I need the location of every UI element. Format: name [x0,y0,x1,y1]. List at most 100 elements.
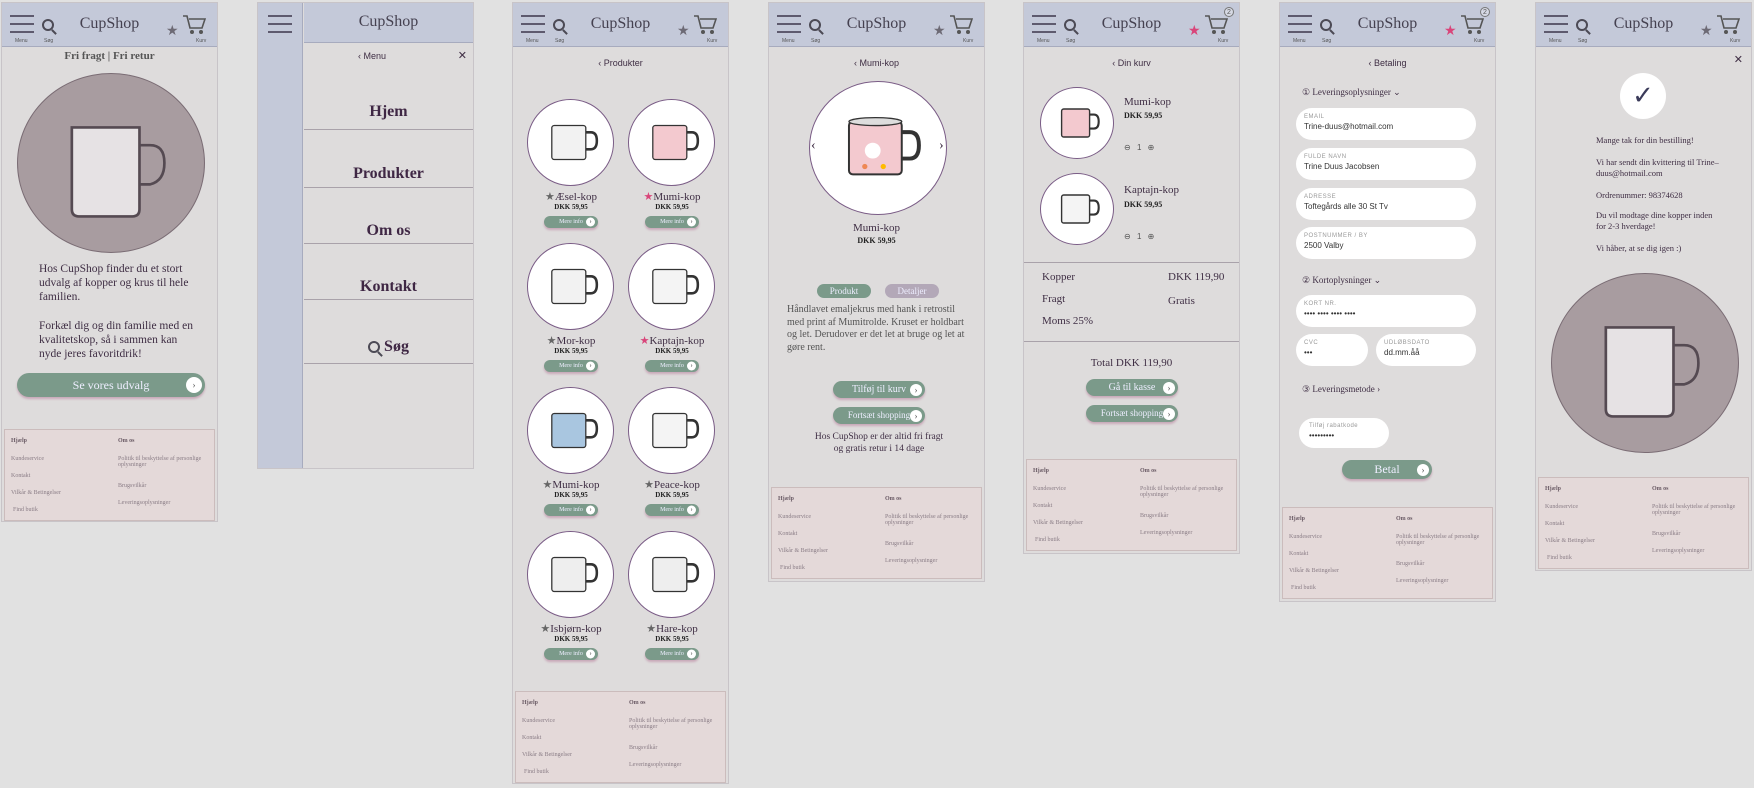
browse-products-button[interactable]: Se vores udvalg › [17,373,205,397]
cvc-field[interactable]: CVC ••• [1296,334,1368,366]
card-number-field[interactable]: KORT NR. •••• •••• •••• •••• [1296,295,1476,327]
footer-link[interactable]: Politik til beskyttelse af personlige op… [118,456,208,468]
favorites-star-icon[interactable]: ★ [1444,23,1457,40]
favorite-star-icon[interactable]: ★ [644,479,654,491]
footer-link[interactable]: Find butik [1035,537,1060,543]
favorite-star-icon[interactable]: ★ [543,479,553,491]
product-image[interactable] [628,99,715,186]
tab-product[interactable]: Produkt [817,284,871,298]
footer-link[interactable]: Kundeservice [778,514,811,520]
section-delivery-method[interactable]: ③ Leveringsmetode › [1302,384,1380,395]
footer-link[interactable]: Brugsvilkår [118,483,146,489]
section-card-info[interactable]: ② Kortoplysninger ⌄ [1302,275,1381,286]
footer-link[interactable]: Leveringsoplysninger [885,558,937,564]
favorite-star-icon[interactable]: ★ [644,191,654,203]
more-info-button[interactable]: Mere info › [544,360,598,372]
carousel-prev-icon[interactable]: ‹ [811,138,816,154]
footer-link[interactable]: Politik til beskyttelse af personlige op… [1396,534,1486,546]
footer-link[interactable]: Brugsvilkår [885,541,913,547]
footer-link[interactable]: Vilkår & Betingelser [11,490,61,496]
favorites-star-icon[interactable]: ★ [933,23,946,40]
menu-item-contact[interactable]: Kontakt [304,278,473,296]
footer-link[interactable]: Leveringsoplysninger [1652,548,1704,554]
product-image[interactable] [527,243,614,330]
more-info-button[interactable]: Mere info › [645,648,699,660]
favorite-star-icon[interactable]: ★ [547,335,557,347]
product-image[interactable] [628,387,715,474]
product-image[interactable] [527,531,614,618]
section-delivery-info[interactable]: ① Leveringsoplysninger ⌄ [1302,87,1401,98]
checkout-button[interactable]: Gå til kasse › [1086,379,1178,396]
product-image[interactable] [527,387,614,474]
favorites-star-icon[interactable]: ★ [1188,23,1201,40]
menu-item-home[interactable]: Hjem [304,103,473,121]
footer-link[interactable]: Vilkår & Betingelser [1289,568,1339,574]
footer-link[interactable]: Vilkår & Betingelser [1033,520,1083,526]
footer-link[interactable]: Politik til beskyttelse af personlige op… [629,718,719,730]
footer-link[interactable]: Politik til beskyttelse af personlige op… [885,514,975,526]
footer-link[interactable]: Kontakt [522,735,541,741]
footer-link[interactable]: Politik til beskyttelse af personlige op… [1140,486,1230,498]
footer-link[interactable]: Vilkår & Betingelser [522,752,572,758]
cart-icon[interactable] [1716,14,1740,36]
favorite-star-icon[interactable]: ★ [545,191,555,203]
footer-link[interactable]: Find butik [13,507,38,513]
footer-link[interactable]: Brugsvilkår [1140,513,1168,519]
footer-link[interactable]: Find butik [780,565,805,571]
back-link[interactable]: ‹ Mumi-kop [769,58,984,68]
footer-link[interactable]: Find butik [524,769,549,775]
promo-code-field[interactable]: Tilføj rabatkode ••••••••• [1299,418,1389,448]
close-icon[interactable]: ✕ [1734,53,1743,66]
menu-icon[interactable] [268,15,292,33]
menu-back[interactable]: ‹ Menu [358,51,386,61]
carousel-next-icon[interactable]: › [939,138,944,154]
footer-link[interactable]: Leveringsoplysninger [1396,578,1448,584]
address-field[interactable]: ADRESSE Toftegårds alle 30 St Tv [1296,188,1476,220]
footer-link[interactable]: Leveringsoplysninger [629,762,681,768]
favorite-star-icon[interactable]: ★ [640,335,650,347]
back-link[interactable]: ‹ Produkter [513,58,728,68]
full-name-field[interactable]: FULDE NAVN Trine Duus Jacobsen [1296,148,1476,180]
more-info-button[interactable]: Mere info › [645,504,699,516]
footer-link[interactable]: Kontakt [1289,551,1308,557]
add-to-cart-button[interactable]: Tilføj til kurv › [833,381,925,398]
favorites-star-icon[interactable]: ★ [677,23,690,40]
footer-link[interactable]: Kontakt [11,473,30,479]
footer-link[interactable]: Vilkår & Betingelser [1545,538,1595,544]
menu-item-search[interactable]: Søg [304,338,473,356]
footer-link[interactable]: Leveringsoplysninger [1140,530,1192,536]
favorite-star-icon[interactable]: ★ [646,623,656,635]
footer-link[interactable]: Vilkår & Betingelser [778,548,828,554]
expiry-field[interactable]: UDLØBSDATO dd.mm.åå [1376,334,1476,366]
product-image[interactable] [628,531,715,618]
footer-link[interactable]: Leveringsoplysninger [118,500,170,506]
favorite-star-icon[interactable]: ★ [540,623,550,635]
footer-link[interactable]: Find butik [1547,555,1572,561]
logo[interactable]: CupShop [304,13,473,31]
back-link[interactable]: ‹ Din kurv [1024,58,1239,68]
close-icon[interactable]: ✕ [458,49,467,62]
footer-link[interactable]: Kundeservice [1289,534,1322,540]
footer-link[interactable]: Kontakt [1545,521,1564,527]
cart-icon[interactable] [949,14,973,36]
footer-link[interactable]: Brugsvilkår [629,745,657,751]
cart-icon[interactable] [693,14,717,36]
footer-link[interactable]: Kontakt [1033,503,1052,509]
menu-item-about[interactable]: Om os [304,222,473,240]
quantity-stepper[interactable]: ⊖ 1 ⊕ [1124,143,1154,152]
continue-shopping-button[interactable]: Fortsæt shopping › [1086,405,1178,422]
continue-shopping-button[interactable]: Fortsæt shopping › [833,407,925,424]
footer-link[interactable]: Politik til beskyttelse af personlige op… [1652,504,1742,516]
pay-button[interactable]: Betal › [1342,460,1432,479]
footer-link[interactable]: Brugsvilkår [1652,531,1680,537]
cart-icon[interactable] [182,14,206,36]
cart-icon[interactable] [1204,14,1228,36]
footer-link[interactable]: Kundeservice [1545,504,1578,510]
back-link[interactable]: ‹ Betaling [1280,58,1495,68]
more-info-button[interactable]: Mere info › [645,216,699,228]
menu-item-products[interactable]: Produkter [304,165,473,183]
favorites-star-icon[interactable]: ★ [1700,23,1713,40]
product-image[interactable] [527,99,614,186]
footer-link[interactable]: Find butik [1291,585,1316,591]
footer-link[interactable]: Kundeservice [11,456,44,462]
